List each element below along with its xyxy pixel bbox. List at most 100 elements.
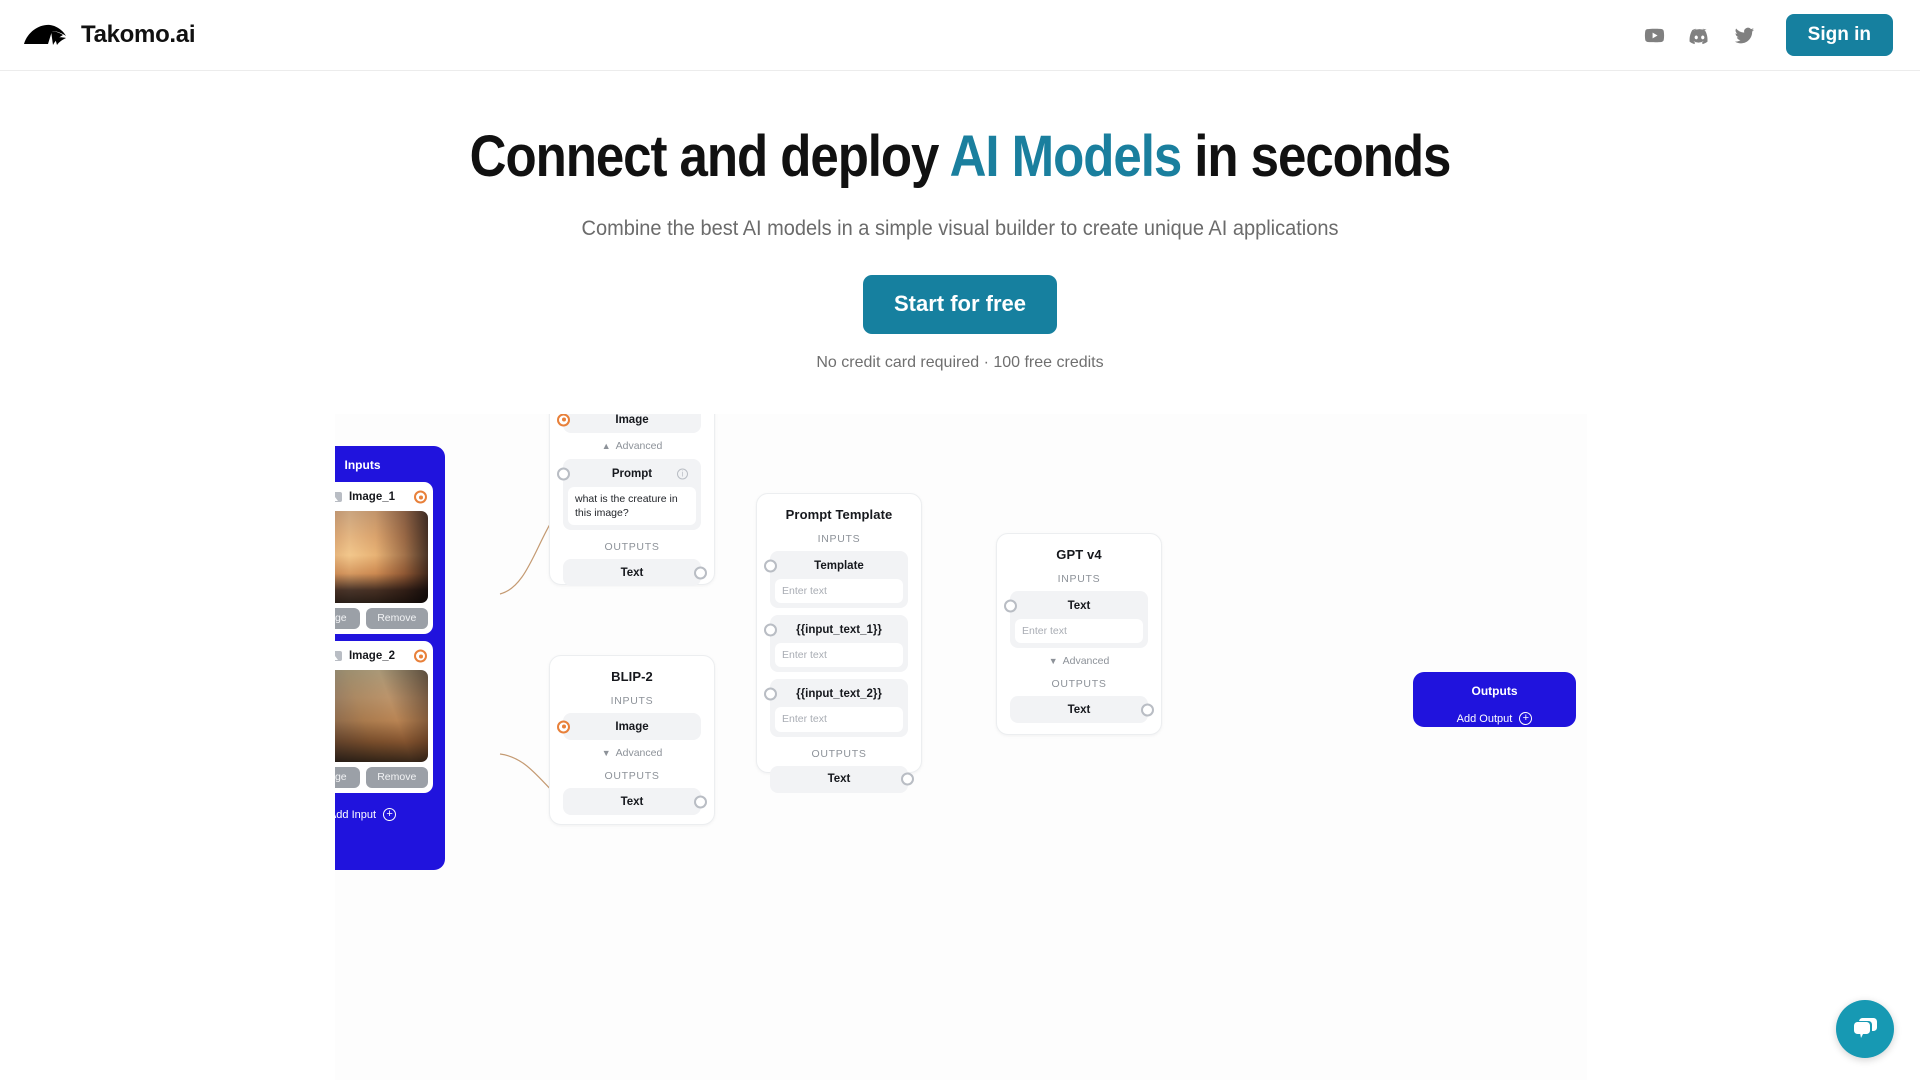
input-text-1-input[interactable]: Enter text [775,643,903,668]
input-thumbnail-actions: Change Remove [335,608,428,629]
chat-widget-button[interactable] [1836,1000,1894,1058]
inputs-panel-title: Inputs [344,458,381,472]
output-row-label: Text [620,566,644,579]
input-thumbnail [335,670,428,762]
input-row-label: Image [615,414,649,426]
field-input-text-2[interactable]: {{input_text_2}} Enter text [764,679,908,737]
node-title: BLIP-2 [611,669,653,684]
input-row-label: Image [615,720,649,733]
advanced-toggle[interactable]: ▼ Advanced [550,747,714,759]
output-port-icon[interactable] [414,490,427,504]
input-port-icon[interactable] [764,687,777,701]
hero-subtitle: Combine the best AI models in a simple v… [581,215,1339,240]
field-label: Prompt [611,467,653,480]
add-input-label: Add Input [335,808,377,821]
node-title: Prompt Template [785,507,893,522]
change-image-button[interactable]: Change [335,767,360,788]
gpt-text-input[interactable]: Enter text [1015,619,1143,644]
outputs-section-label: OUTPUTS [1051,678,1107,691]
cta-wrapper: Start for free [0,274,1920,334]
input-port-icon[interactable] [764,559,777,572]
start-for-free-button[interactable]: Start for free [862,274,1058,334]
twitter-icon[interactable] [1733,24,1756,47]
signin-button[interactable]: Sign in [1785,14,1893,56]
prompt-textarea[interactable]: what is the creature in this image? [568,487,696,526]
advanced-toggle[interactable]: ▲ Advanced [550,440,714,452]
field-header: {{input_text_1}} [764,620,903,639]
input-card-image1[interactable]: ✕ Image_1 Change Remove [335,482,433,634]
input-port-icon[interactable] [1004,599,1017,612]
advanced-label: Advanced [1062,655,1110,668]
field-label: Template [814,559,864,572]
inputs-section-label: INPUTS [1057,573,1101,585]
remove-image-button[interactable]: Remove [365,767,428,788]
add-input-button[interactable]: Add Input + [335,800,445,832]
outputs-section-label: OUTPUTS [604,541,660,554]
output-port-icon[interactable] [1141,703,1154,717]
workflow-canvas[interactable]: Inputs ✕ Image_1 Change Remove ✕ Image_2 [335,414,1587,1080]
input-port-icon[interactable] [557,720,570,733]
change-image-button[interactable]: Change [335,608,360,629]
field-input-text-1[interactable]: {{input_text_1}} Enter text [764,615,908,673]
inputs-section-label: INPUTS [817,533,861,545]
hero-title-part2: in seconds [1181,124,1451,189]
add-output-button[interactable]: Add Output + [1413,701,1576,736]
plus-circle-icon: + [1519,712,1533,725]
edge-connectors [499,485,598,818]
inputs-panel[interactable]: Inputs ✕ Image_1 Change Remove ✕ Image_2 [335,446,445,870]
brand[interactable]: Takomo.ai [22,21,196,49]
field-template[interactable]: Template Enter text [764,551,908,609]
cta-note: No credit card required · 100 free credi… [816,353,1104,371]
chevron-down-icon: ▼ [1048,655,1058,666]
field-label: Text [1067,599,1091,612]
input-card-image2[interactable]: ✕ Image_2 Change Remove [335,641,433,793]
output-row-label: Text [620,795,644,808]
output-row-text[interactable]: Text [770,765,914,793]
output-port-icon[interactable] [414,649,427,663]
youtube-icon[interactable] [1643,24,1666,47]
chevron-down-icon: ▼ [601,747,611,758]
output-port-icon[interactable] [694,566,707,580]
inputs-section-label: INPUTS [610,695,654,707]
input-text-2-input[interactable]: Enter text [775,707,903,732]
node-gpt-v4[interactable]: GPT v4 INPUTS Text Enter text ▼ Advanced… [996,533,1162,735]
brand-name: Takomo.ai [81,21,196,48]
advanced-toggle[interactable]: ▼ Advanced [997,655,1161,667]
node-blip2-bottom[interactable]: BLIP-2 INPUTS Image ▼ Advanced OUTPUTS T… [549,655,715,825]
output-row-text[interactable]: Text [563,559,707,587]
output-row-text[interactable]: Text [563,788,707,815]
output-port-icon[interactable] [901,772,914,786]
outputs-panel[interactable]: Outputs Add Output + [1413,672,1576,727]
input-row-image[interactable]: Image [557,713,701,740]
input-port-icon[interactable] [557,414,570,426]
node-prompt-template[interactable]: Prompt Template INPUTS Template Enter te… [756,493,922,793]
hero-title-part1: Connect and deploy [469,124,950,189]
takomo-logo-icon [24,24,66,45]
remove-image-button[interactable]: Remove [365,608,428,629]
output-row-text[interactable]: Text [1010,696,1154,724]
add-output-label: Add Output [1456,712,1513,725]
input-port-icon[interactable] [764,623,777,637]
nav-actions: Sign in [1643,14,1893,56]
advanced-label: Advanced [615,440,663,452]
field-prompt[interactable]: Prompt i what is the creature in this im… [557,459,701,531]
field-label: {{input_text_2}} [796,687,882,700]
output-port-icon[interactable] [694,795,707,808]
field-text[interactable]: Text Enter text [1004,591,1148,649]
input-row-image[interactable]: Image [557,414,701,433]
chevron-up-icon: ▲ [601,440,611,451]
discord-icon[interactable] [1688,24,1711,47]
field-label: {{input_text_1}} [796,623,882,636]
template-input[interactable]: Enter text [775,579,903,604]
navbar: Takomo.ai Sign in [0,0,1920,71]
info-icon[interactable]: i [677,468,688,479]
outputs-section-label: OUTPUTS [604,770,660,782]
image-icon [335,492,342,502]
field-header: Text [1004,596,1143,615]
output-row-label: Text [1067,703,1091,716]
image-icon [335,651,342,661]
chat-bubble-icon [1854,1018,1877,1038]
input-port-icon[interactable] [557,467,570,480]
node-blip2-top[interactable]: BLIP-2 INPUTS Image ▲ Advanced Prompt i … [549,414,715,587]
input-card-header: ✕ Image_2 [335,646,428,666]
